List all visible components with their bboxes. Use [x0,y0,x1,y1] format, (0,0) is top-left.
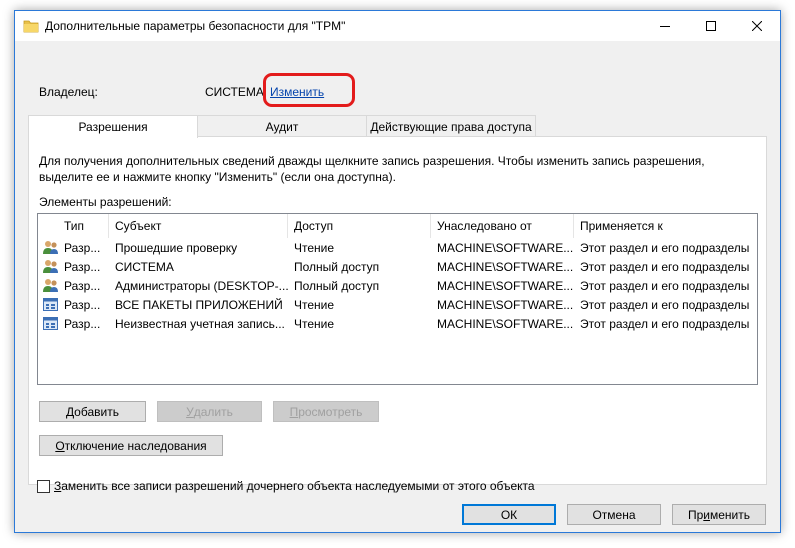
table-row[interactable]: Разр... Администраторы (DESKTOP-... Полн… [38,276,757,295]
table-row[interactable]: Разр... ВСЕ ПАКЕТЫ ПРИЛОЖЕНИЙ Чтение MAC… [38,295,757,314]
cell-access: Чтение [294,316,335,331]
add-button[interactable]: Добавить [39,401,146,422]
replace-child-permissions-label: Заменить все записи разрешений дочернего… [54,479,535,493]
tab-permissions[interactable]: Разрешения [28,115,198,138]
cell-type: Разр... [64,297,101,312]
cell-inherited: MACHINE\SOFTWARE... [437,259,574,274]
cell-type: Разр... [64,259,101,274]
minimize-button[interactable] [642,11,688,41]
cell-applies: Этот раздел и его подразделы [580,240,750,255]
apply-mnemonic: и [703,507,710,522]
permissions-panel: Для получения дополнительных сведений дв… [28,136,767,493]
cell-subject: СИСТЕМА [115,259,174,274]
view-label: росмотреть [298,404,363,419]
owner-value: СИСТЕМА [205,85,264,99]
maximize-button[interactable] [688,11,734,41]
column-inherited-from[interactable]: Унаследовано от [431,214,574,238]
ok-button[interactable]: ОК [462,504,556,525]
remove-mnemonic: У [186,404,194,419]
users-icon [43,260,58,273]
highlight-annotation [263,73,355,107]
users-icon [43,241,58,254]
cell-type: Разр... [64,278,101,293]
cancel-button[interactable]: Отмена [567,504,661,525]
replace-child-permissions-checkbox[interactable] [37,479,50,493]
info-text: Для получения дополнительных сведений дв… [39,154,705,184]
remove-button[interactable]: Удалить [157,401,262,422]
remove-label: далить [193,404,233,419]
disable-inheritance-mnemonic: О [55,438,65,453]
folder-icon [23,20,39,33]
security-dialog: Дополнительные параметры безопасности дл… [14,10,781,533]
replace-child-permissions-option[interactable]: Заменить все записи разрешений дочернего… [37,479,535,493]
cell-type: Разр... [64,316,101,331]
view-mnemonic: П [289,404,299,419]
cell-inherited: MACHINE\SOFTWARE... [437,278,574,293]
cell-applies: Этот раздел и его подразделы [580,278,750,293]
apply-label-pre: Пр [687,507,704,522]
app-package-icon [43,298,58,311]
cell-access: Чтение [294,240,335,255]
cell-applies: Этот раздел и его подразделы [580,297,750,312]
cell-subject: ВСЕ ПАКЕТЫ ПРИЛОЖЕНИЙ [115,297,283,312]
table-row[interactable]: Разр... Прошедшие проверку Чтение MACHIN… [38,238,757,257]
tab-audit[interactable]: Аудит [197,115,367,137]
apply-button[interactable]: Пр и менить [672,504,766,525]
view-button[interactable]: Просмотреть [273,401,379,422]
table-row[interactable]: Разр... СИСТЕМА Полный доступ MACHINE\SO… [38,257,757,276]
close-icon [752,21,762,31]
column-access[interactable]: Доступ [288,214,431,238]
owner-label: Владелец: [39,85,98,99]
cell-access: Полный доступ [294,278,380,293]
users-icon [43,279,58,292]
cell-inherited: MACHINE\SOFTWARE... [437,316,574,331]
tab-effective-access[interactable]: Действующие права доступа [366,115,536,137]
cell-type: Разр... [64,240,101,255]
cell-inherited: MACHINE\SOFTWARE... [437,297,574,312]
maximize-icon [706,21,716,31]
cell-inherited: MACHINE\SOFTWARE... [437,240,574,255]
cell-access: Чтение [294,297,335,312]
disable-inheritance-button[interactable]: Отключение наследования [39,435,223,456]
close-button[interactable] [734,11,780,41]
cell-subject: Прошедшие проверку [115,240,238,255]
title-bar[interactable]: Дополнительные параметры безопасности дл… [15,11,780,41]
cell-access: Полный доступ [294,259,380,274]
permission-entries-list[interactable]: Тип Субъект Доступ Унаследовано от Приме… [37,213,758,385]
app-package-icon [43,317,58,330]
minimize-icon [660,26,670,27]
window-title: Дополнительные параметры безопасности дл… [45,19,346,33]
disable-inheritance-label: тключение наследования [64,438,207,453]
column-applies-to[interactable]: Применяется к [574,214,757,238]
cell-subject: Неизвестная учетная запись... [115,316,285,331]
replace-label-text: аменить все записи разрешений дочернего … [61,479,535,493]
column-type[interactable]: Тип [58,214,109,238]
apply-label-rest: менить [710,507,751,522]
cell-applies: Этот раздел и его подразделы [580,316,750,331]
permission-entries-label: Элементы разрешений: [39,195,172,209]
list-header: Тип Субъект Доступ Унаследовано от Приме… [38,214,757,238]
add-label: обавить [74,404,119,419]
add-mnemonic: Д [66,404,75,419]
column-subject[interactable]: Субъект [109,214,288,238]
cell-subject: Администраторы (DESKTOP-... [115,278,288,293]
cell-applies: Этот раздел и его подразделы [580,259,750,274]
table-row[interactable]: Разр... Неизвестная учетная запись... Чт… [38,314,757,333]
